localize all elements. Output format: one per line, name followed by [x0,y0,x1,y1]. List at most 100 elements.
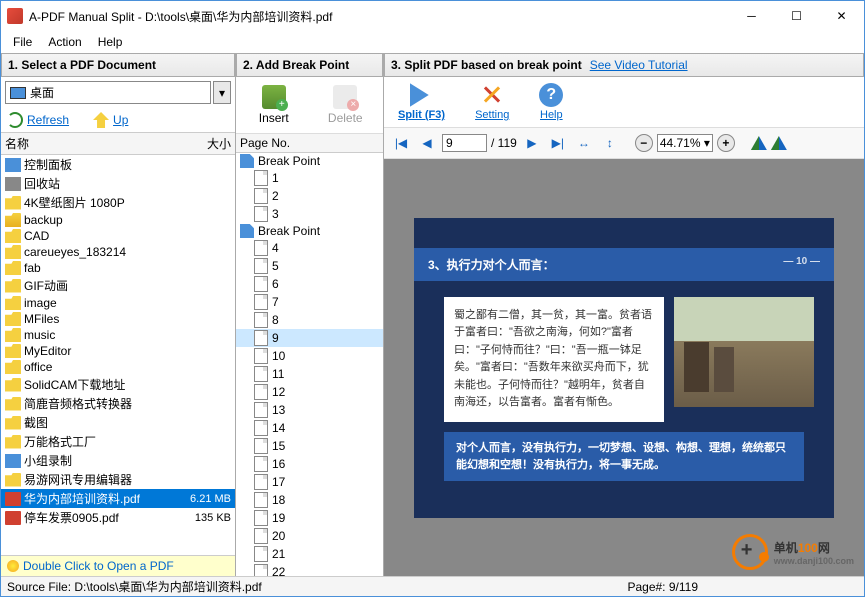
page-row[interactable]: 11 [236,365,383,383]
zoom-select[interactable]: 44.71% ▾ [657,134,713,152]
page-row[interactable]: 21 [236,545,383,563]
page-row[interactable]: 14 [236,419,383,437]
file-row[interactable]: 易游网讯专用编辑器 [1,470,235,489]
page-row[interactable]: 6 [236,275,383,293]
break-point-row[interactable]: Break Point [236,153,383,169]
file-row[interactable]: image [1,295,235,311]
page-row[interactable]: 16 [236,455,383,473]
rotate-right-icon[interactable] [771,136,787,150]
page-row[interactable]: 13 [236,401,383,419]
close-button[interactable]: ✕ [819,1,864,31]
right-panel-header: 3. Split PDF based on break point See Vi… [384,53,864,77]
delete-button[interactable]: Delete [312,81,380,129]
file-row[interactable]: fab [1,260,235,276]
refresh-button[interactable]: Refresh [5,110,71,130]
file-row[interactable]: 简鹿音频格式转换器 [1,394,235,413]
col-name[interactable]: 名称 [5,135,181,152]
page-icon [254,258,268,274]
next-page-button[interactable]: ▶ [521,132,543,154]
file-row[interactable]: SolidCAM下载地址 [1,375,235,394]
page-row[interactable]: 19 [236,509,383,527]
file-name: fab [24,261,176,275]
page-row[interactable]: 5 [236,257,383,275]
file-name: 控制面板 [24,156,176,173]
menu-action[interactable]: Action [40,33,89,51]
file-row[interactable]: 4K壁纸图片 1080P [1,193,235,212]
bulb-icon [7,560,19,572]
file-row[interactable]: 停车发票0905.pdf135 KB [1,508,235,527]
file-row[interactable]: 小组录制 [1,451,235,470]
drive-dropdown-button[interactable]: ▾ [213,81,231,104]
folder-icon [5,397,21,411]
file-row[interactable]: CAD [1,228,235,244]
page-total: / 119 [491,136,517,150]
page-icon [254,188,268,204]
drive-select[interactable]: 桌面 [5,81,211,104]
page-label: 6 [272,277,279,291]
file-name: 简鹿音频格式转换器 [24,395,176,412]
video-tutorial-link[interactable]: See Video Tutorial [590,58,688,72]
folder-icon [5,360,21,374]
file-name: music [24,328,176,342]
file-list[interactable]: 控制面板回收站4K壁纸图片 1080PbackupCADcareueyes_18… [1,155,235,555]
page-input[interactable] [442,134,487,152]
file-row[interactable]: backup [1,212,235,228]
rotate-left-icon[interactable] [751,136,767,150]
file-row[interactable]: GIF动画 [1,276,235,295]
page-row[interactable]: 9 [236,329,383,347]
maximize-button[interactable]: ☐ [774,1,819,31]
status-source: Source File: D:\tools\桌面\华为内部培训资料.pdf [7,578,627,595]
zoom-in-button[interactable]: + [717,134,735,152]
page-icon [254,170,268,186]
folder-icon [5,312,21,326]
file-row[interactable]: careueyes_183214 [1,244,235,260]
first-page-button[interactable]: |◀ [390,132,412,154]
page-row[interactable]: 4 [236,239,383,257]
page-row[interactable]: 15 [236,437,383,455]
file-row[interactable]: 华为内部培训资料.pdf6.21 MB [1,489,235,508]
menu-file[interactable]: File [5,33,40,51]
split-button[interactable]: Split (F3) [392,81,451,123]
file-row[interactable]: office [1,359,235,375]
page-row[interactable]: 20 [236,527,383,545]
folder-icon [5,435,21,449]
file-row[interactable]: MFiles [1,311,235,327]
folder-icon [5,296,21,310]
minimize-button[interactable]: ─ [729,1,774,31]
page-row[interactable]: 7 [236,293,383,311]
page-row[interactable]: 8 [236,311,383,329]
page-label: 19 [272,511,285,525]
page-row[interactable]: 17 [236,473,383,491]
folder-icon [5,229,21,243]
fit-height-button[interactable]: ↕ [599,132,621,154]
menu-help[interactable]: Help [90,33,131,51]
file-row[interactable]: 截图 [1,413,235,432]
up-button[interactable]: Up [91,110,130,130]
page-list[interactable]: Break Point123Break Point456789101112131… [236,153,383,576]
file-size: 135 KB [176,512,231,524]
file-row[interactable]: music [1,327,235,343]
zoom-out-button[interactable]: − [635,134,653,152]
page-row[interactable]: 12 [236,383,383,401]
page-row[interactable]: 10 [236,347,383,365]
page-row[interactable]: 18 [236,491,383,509]
last-page-button[interactable]: ▶| [547,132,569,154]
col-size[interactable]: 大小 [181,135,231,152]
break-point-row[interactable]: Break Point [236,223,383,239]
insert-button[interactable]: Insert [240,81,308,129]
setting-button[interactable]: Setting [469,81,515,123]
help-button[interactable]: ? Help [533,81,569,123]
file-row[interactable]: 万能格式工厂 [1,432,235,451]
bin-icon [5,177,21,191]
page-row[interactable]: 3 [236,205,383,223]
page-row[interactable]: 2 [236,187,383,205]
file-row[interactable]: 回收站 [1,174,235,193]
page-row[interactable]: 1 [236,169,383,187]
preview-area[interactable]: 3、执行力对个人而言： — 10 — 蜀之鄙有二僧，其一贫，其一富。贫者语于富者… [384,159,864,576]
fit-width-button[interactable]: ↔ [573,132,595,154]
file-row[interactable]: MyEditor [1,343,235,359]
page-row[interactable]: 22 [236,563,383,576]
prev-page-button[interactable]: ◀ [416,132,438,154]
file-row[interactable]: 控制面板 [1,155,235,174]
page-label: 16 [272,457,285,471]
